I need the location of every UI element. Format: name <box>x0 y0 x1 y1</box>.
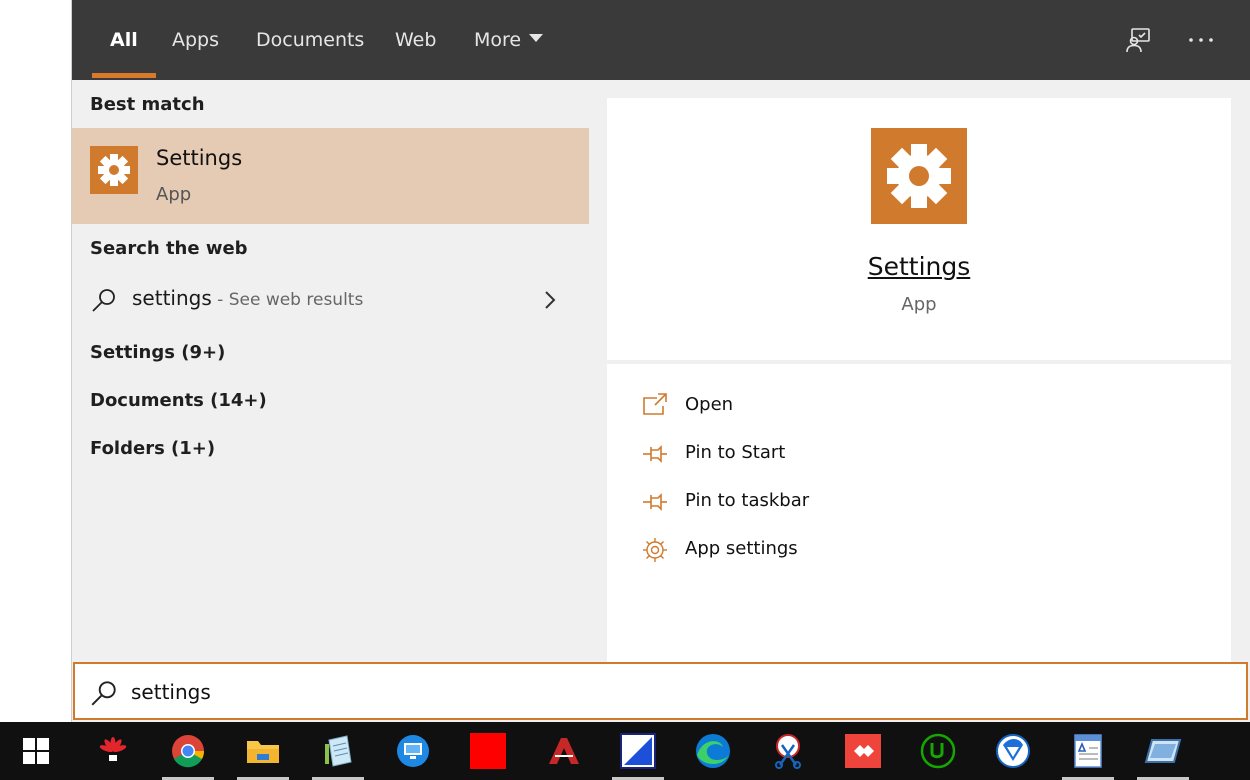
red-square-app-icon[interactable] <box>458 722 518 780</box>
windows-start-icon[interactable] <box>6 722 66 780</box>
results-list: Best match Settings App Search the web s… <box>72 80 589 662</box>
web-result-text: settings - See web results <box>132 286 363 310</box>
chrome-icon[interactable] <box>158 722 218 780</box>
action-list: Open Pin to Start Pin to taskbar App set… <box>607 364 1231 662</box>
best-match-header: Best match <box>90 94 205 115</box>
tab-documents[interactable]: Documents <box>256 0 364 80</box>
pin-icon <box>643 445 667 463</box>
tab-web[interactable]: Web <box>395 0 436 80</box>
active-tab-indicator <box>92 73 156 78</box>
search-the-web-header: Search the web <box>90 238 248 259</box>
open-icon <box>643 393 667 415</box>
more-options-icon[interactable] <box>1185 24 1217 56</box>
search-icon <box>91 681 116 706</box>
wordpad-icon[interactable] <box>1058 722 1118 780</box>
search-box <box>73 662 1248 720</box>
tablet-app-icon[interactable] <box>1133 722 1193 780</box>
pin-icon <box>643 493 667 511</box>
tab-web-label: Web <box>395 29 437 51</box>
tab-more-label: More <box>474 29 522 51</box>
caret-down-icon <box>529 33 544 42</box>
search-tabs-bar: All Apps Documents Web More <box>72 0 1250 80</box>
tab-apps[interactable]: Apps <box>172 0 219 80</box>
pin-to-start-label: Pin to Start <box>685 442 786 463</box>
edge-icon[interactable] <box>683 722 743 780</box>
search-icon <box>92 289 115 312</box>
paint-icon[interactable] <box>608 722 668 780</box>
acrobat-icon[interactable] <box>533 722 593 780</box>
huawei-icon[interactable] <box>83 722 143 780</box>
search-panel: All Apps Documents Web More Best match S… <box>71 0 1250 722</box>
remote-desktop-icon[interactable] <box>383 722 443 780</box>
chevron-right-icon <box>545 291 556 309</box>
open-action[interactable]: Open <box>641 386 1201 426</box>
web-result-query: settings <box>132 286 212 310</box>
feedback-icon[interactable] <box>1122 24 1154 56</box>
tab-all[interactable]: All <box>92 0 156 80</box>
best-match-settings[interactable]: Settings App <box>72 128 589 224</box>
tab-documents-label: Documents <box>256 29 365 51</box>
vpn-icon[interactable] <box>983 722 1043 780</box>
open-label: Open <box>685 394 734 415</box>
best-match-title: Settings <box>156 146 243 170</box>
web-result-row[interactable]: settings - See web results <box>72 276 589 324</box>
web-result-hint: - See web results <box>211 290 364 310</box>
gear-icon <box>871 128 967 224</box>
upwork-icon[interactable] <box>908 722 968 780</box>
best-match-subtitle: App <box>156 184 192 205</box>
preview-subtitle: App <box>901 294 937 315</box>
group-documents[interactable]: Documents (14+) <box>90 390 267 411</box>
anydesk-icon[interactable] <box>833 722 893 780</box>
tab-apps-label: Apps <box>172 29 220 51</box>
app-settings-action[interactable]: App settings <box>641 530 1201 570</box>
pin-to-taskbar-label: Pin to taskbar <box>685 490 810 511</box>
search-input[interactable] <box>131 674 1221 710</box>
group-settings[interactable]: Settings (9+) <box>90 342 225 363</box>
tab-all-label: All <box>110 29 138 51</box>
taskbar <box>0 722 1250 780</box>
group-folders[interactable]: Folders (1+) <box>90 438 215 459</box>
tab-more[interactable]: More <box>474 0 544 80</box>
gear-icon <box>90 146 138 194</box>
snipping-icon[interactable] <box>758 722 818 780</box>
app-settings-label: App settings <box>685 538 798 559</box>
gear-icon <box>643 538 667 562</box>
pin-to-start-action[interactable]: Pin to Start <box>641 434 1201 474</box>
notepad-icon[interactable] <box>308 722 368 780</box>
file-explorer-icon[interactable] <box>233 722 293 780</box>
preview-title[interactable]: Settings <box>607 252 1231 281</box>
preview-header: Settings App <box>607 98 1231 360</box>
preview-pane: Settings App Open Pin to Start Pin to ta… <box>607 98 1231 662</box>
pin-to-taskbar-action[interactable]: Pin to taskbar <box>641 482 1201 522</box>
